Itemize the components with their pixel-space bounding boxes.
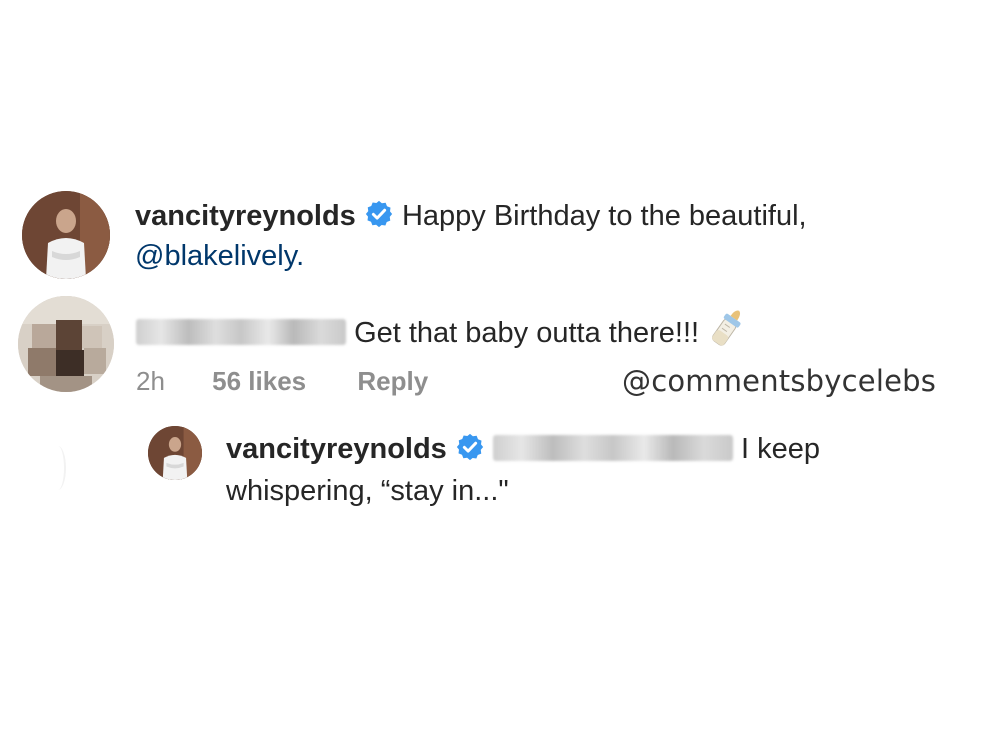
mention-link[interactable]: @blakelively. xyxy=(135,240,304,272)
reply-button[interactable]: Reply xyxy=(357,366,428,396)
comment-text-line2: whispering, “stay in..." xyxy=(226,475,509,507)
comment-username[interactable]: vancityreynolds xyxy=(226,433,447,465)
thread-line xyxy=(50,446,66,490)
comment-2: Get that baby outta there!!! xyxy=(136,306,747,353)
avatar-redacted[interactable] xyxy=(18,296,114,392)
comment-3: vancityreynolds I keep whispering, “stay… xyxy=(226,428,966,512)
redacted-mention xyxy=(492,435,733,461)
avatar-vancityreynolds[interactable] xyxy=(22,191,110,279)
watermark: @commentsbycelebs xyxy=(622,364,937,398)
verified-badge-icon xyxy=(364,199,394,229)
comment-text: Get that baby outta there!!! xyxy=(354,317,700,349)
comment-1: vancityreynolds Happy Birthday to the be… xyxy=(135,196,965,276)
baby-bottle-icon xyxy=(707,306,747,350)
comment-likes[interactable]: 56 likes xyxy=(212,366,306,396)
comment-text-line1: I keep xyxy=(741,433,821,465)
verified-badge-icon xyxy=(455,432,485,462)
avatar-vancityreynolds[interactable] xyxy=(148,426,202,480)
comment-time: 2h xyxy=(136,366,165,396)
redacted-username xyxy=(136,319,346,345)
comment-text: Happy Birthday to the beautiful, xyxy=(401,200,807,232)
comment-meta: 2h 56 likes Reply xyxy=(136,366,428,397)
comment-username[interactable]: vancityreynolds xyxy=(135,200,356,232)
